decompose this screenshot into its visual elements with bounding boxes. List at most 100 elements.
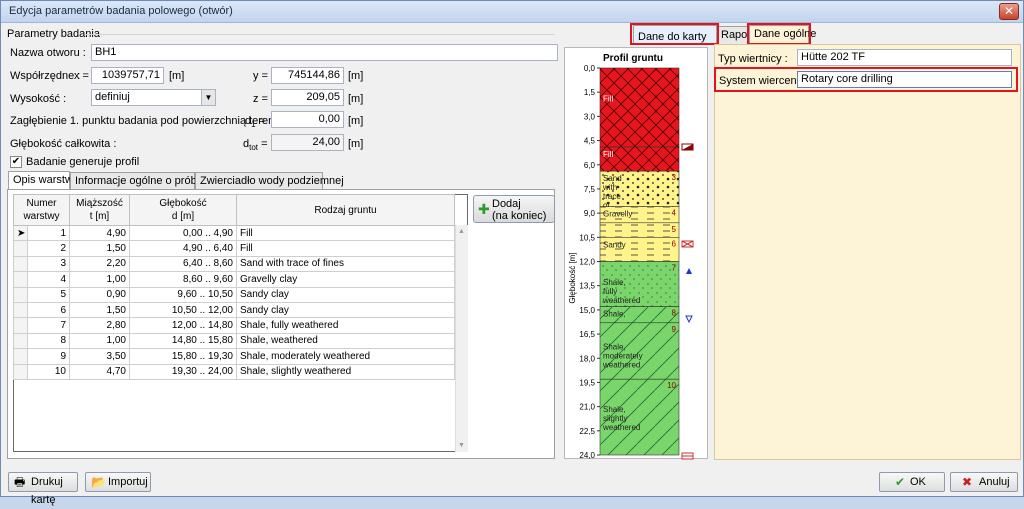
table-scrollbar[interactable]: ▲ ▼ <box>455 225 468 452</box>
import-button[interactable]: 📂 Importuj <box>85 472 151 492</box>
row-number: 4 <box>27 271 70 288</box>
profile-layer-label: Gravelly <box>603 210 632 219</box>
profile-layer-number: 10 <box>667 381 676 390</box>
tab-groundwater[interactable]: Zwierciadło wody podziemnej <box>195 172 344 190</box>
depth-axis-label: Głębokość [m] <box>568 252 577 303</box>
table-row[interactable]: 4 1,00 8,60 .. 9,60 Gravelly clay <box>13 271 455 288</box>
row-thickness: 2,80 <box>69 317 130 334</box>
z-label: z = <box>253 93 268 105</box>
total-depth-label: Głębokość całkowita : <box>10 138 117 150</box>
profile-layer-label: Shale, <box>603 310 626 319</box>
z-elevation-input[interactable]: 209,05 <box>271 89 344 106</box>
add-layer-button[interactable]: ✚ Dodaj (na koniec) <box>473 195 555 223</box>
row-depth: 8,60 .. 9,60 <box>129 271 237 288</box>
depth-tick-label: 6,0 <box>584 161 596 170</box>
x-coordinate-input[interactable]: 1039757,71 <box>91 67 164 84</box>
row-marker-cell <box>13 363 28 380</box>
profile-layer-label: weathered <box>602 296 640 305</box>
chevron-down-icon[interactable]: ▼ <box>201 90 215 105</box>
profile-title: Profil gruntu <box>603 53 663 64</box>
col-header-depth[interactable]: Głębokość d [m] <box>129 194 237 226</box>
x-unit: [m] <box>169 70 185 82</box>
dtot-unit: [m] <box>348 138 364 150</box>
row-selected-marker: ➤ <box>13 224 28 242</box>
table-row[interactable]: 10 4,70 19,30 .. 24,00 Shale, slightly weat… <box>13 363 455 380</box>
import-label: Importuj <box>108 476 148 488</box>
cancel-label: Anuluj <box>979 476 1010 488</box>
row-thickness: 4,90 <box>69 224 130 242</box>
depth-tick-label: 18,0 <box>579 354 595 363</box>
table-row[interactable]: 5 0,90 9,60 .. 10,50 Sandy clay <box>13 286 455 303</box>
row-soil: Shale, slightly weathered <box>236 363 455 380</box>
coords-label: Współrzędne : <box>10 70 81 82</box>
table-row[interactable]: 8 1,00 14,80 .. 15,80 Shale, weathered <box>13 332 455 350</box>
y-unit: [m] <box>348 70 364 82</box>
depth-tick-label: 24,0 <box>579 451 595 460</box>
row-depth: 9,60 .. 10,50 <box>129 286 237 303</box>
highlight-frame <box>630 23 719 45</box>
d1-label: d1 = <box>245 115 266 130</box>
table-row[interactable]: 7 2,80 12,00 .. 14,80 Shale, fully weathere… <box>13 317 455 334</box>
cancel-button[interactable]: ✖ Anuluj <box>950 472 1018 492</box>
row-soil: Gravelly clay <box>236 271 455 288</box>
row-marker-cell <box>13 317 28 334</box>
row-soil: Shale, moderately weathered <box>236 348 455 365</box>
borehole-name-input[interactable]: BH1 <box>91 44 558 61</box>
dtot-label: dtot = <box>243 138 268 153</box>
profile-layer-number: 8 <box>672 309 677 318</box>
table-row[interactable]: 6 1,50 10,50 .. 12,00 Sandy clay <box>13 301 455 319</box>
rig-type-input[interactable]: Hütte 202 TF <box>797 49 1012 66</box>
tab-report[interactable]: Raport <box>716 26 754 44</box>
tab-sample-info[interactable]: Informacje ogólne o próbce <box>70 172 208 190</box>
ok-label: OK <box>910 476 926 488</box>
profile-layer-number: 5 <box>672 225 677 234</box>
row-soil: Fill <box>236 240 455 257</box>
close-button[interactable]: ✕ <box>999 3 1019 20</box>
row-depth: 6,40 .. 8,60 <box>129 255 237 273</box>
row-depth: 10,50 .. 12,00 <box>129 301 237 319</box>
profile-layer-number: 4 <box>672 209 677 218</box>
soil-profile-svg: Profil gruntu Głębokość [m] Fill Fill Sand… <box>568 53 694 460</box>
scroll-down-icon[interactable]: ▼ <box>458 442 465 449</box>
y-coordinate-input[interactable]: 745144,86 <box>271 67 344 84</box>
profile-layer-pattern <box>600 222 679 238</box>
row-marker-cell <box>13 255 28 273</box>
row-marker-cell <box>13 301 28 319</box>
row-number: 6 <box>27 301 70 319</box>
profile-layer-label: Sand <box>603 174 622 183</box>
row-thickness: 2,20 <box>69 255 130 273</box>
row-number: 7 <box>27 317 70 334</box>
print-card-button[interactable]: 🖶 Drukuj kartę <box>8 472 78 506</box>
row-soil: Sandy clay <box>236 301 455 319</box>
depth-tick-label: 9,0 <box>584 209 596 218</box>
scroll-up-icon[interactable]: ▲ <box>458 228 465 235</box>
depth-tick-label: 15,0 <box>579 306 595 315</box>
profile-layer-label: Shale, <box>603 343 626 352</box>
check-icon: ✔ <box>895 475 906 489</box>
col-header-soil-type[interactable]: Rodzaj gruntu <box>236 194 455 226</box>
profile-layer-label: fully <box>603 287 617 296</box>
profile-checkbox[interactable]: ✔ <box>10 156 22 168</box>
y-label: y = <box>253 70 268 82</box>
title-bar[interactable]: Edycja parametrów badania polowego (otwó… <box>1 1 1023 23</box>
total-depth-value: 24,00 <box>271 134 344 151</box>
depth-tick-label: 1,5 <box>584 88 596 97</box>
highlight-frame <box>714 67 1018 92</box>
height-mode-select[interactable]: definiuj ▼ <box>91 89 216 106</box>
rig-type-label: Typ wiertnicy : <box>718 53 788 65</box>
profile-layer-label: slightly <box>603 414 627 423</box>
table-row[interactable]: 2 1,50 4,90 .. 6,40 Fill <box>13 240 455 257</box>
col-header-number[interactable]: Numer warstwy <box>13 194 70 226</box>
tab-layer-description[interactable]: Opis warstwy <box>8 171 78 190</box>
row-marker-cell <box>13 348 28 365</box>
ok-button[interactable]: ✔ OK <box>879 472 945 492</box>
table-row[interactable]: 3 2,20 6,40 .. 8,60 Sand with trace of fine… <box>13 255 455 273</box>
row-marker-cell <box>13 332 28 350</box>
table-row[interactable]: 9 3,50 15,80 .. 19,30 Shale, moderately wea… <box>13 348 455 365</box>
d1-depth-input[interactable]: 0,00 <box>271 111 344 128</box>
col-header-thickness[interactable]: Miąższość t [m] <box>69 194 130 226</box>
profile-layer-label: Fill <box>603 150 613 159</box>
table-row[interactable]: ➤ 1 4,90 0,00 .. 4,90 Fill <box>13 224 455 242</box>
row-depth: 15,80 .. 19,30 <box>129 348 237 365</box>
row-number: 5 <box>27 286 70 303</box>
